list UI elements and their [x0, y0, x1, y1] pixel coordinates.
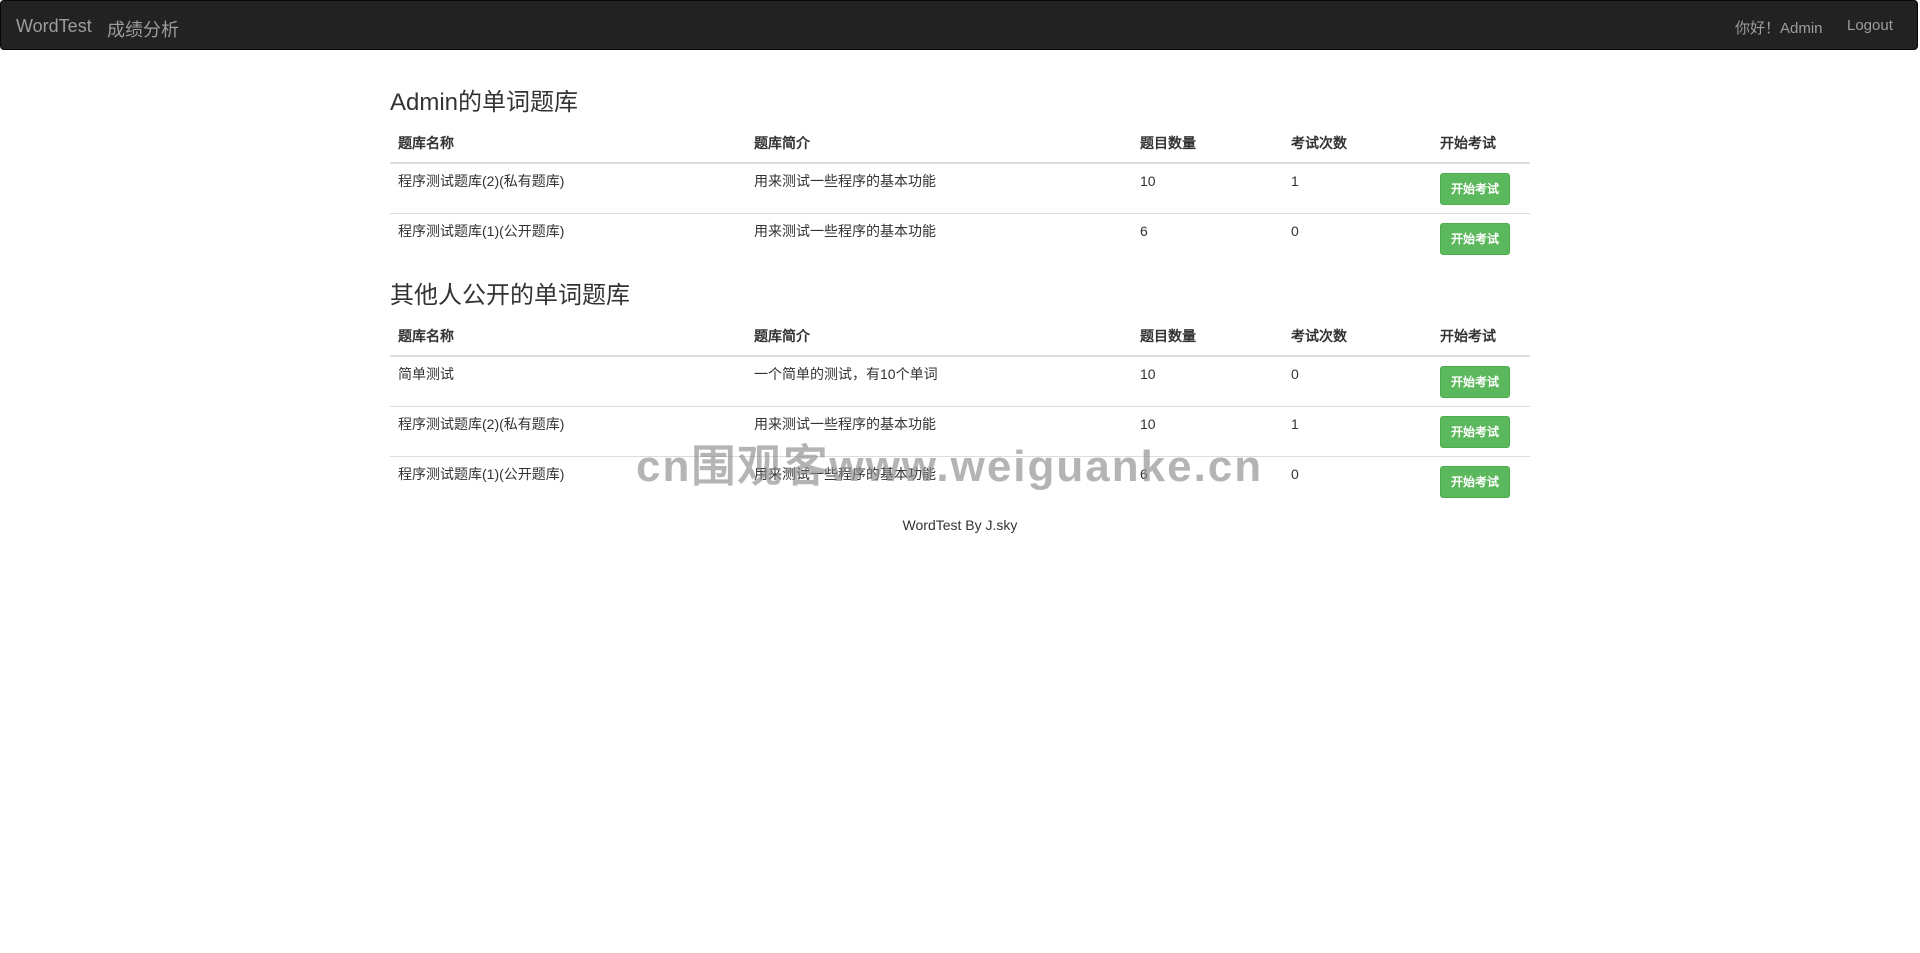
exam-times: 1 [1283, 405, 1432, 457]
header-bank-name: 题库名称 [390, 126, 746, 164]
table-row: 程序测试题库(1)(公开题库) 用来测试一些程序的基本功能 6 0 开始考试 [390, 455, 1530, 506]
action-cell: 开始考试 [1432, 455, 1530, 506]
question-count: 10 [1140, 172, 1156, 189]
action-cell: 开始考试 [1432, 356, 1530, 407]
header-start-exam: 开始考试 [1432, 319, 1530, 357]
table-row: 简单测试 一个简单的测试，有10个单词 10 0 开始考试 [390, 356, 1530, 407]
action-cell: 开始考试 [1432, 163, 1530, 214]
header-question-count: 题目数量 [1132, 319, 1283, 357]
bank-desc: 用来测试一些程序的基本功能 [754, 172, 936, 189]
table-row: 程序测试题库(1)(公开题库) 用来测试一些程序的基本功能 6 0 开始考试 [390, 212, 1530, 263]
bank-name: 程序测试题库(1)(公开题库) [390, 212, 746, 263]
header-bank-desc: 题库简介 [746, 319, 1132, 357]
header-exam-times: 考试次数 [1283, 126, 1432, 164]
bank-name: 程序测试题库(1)(公开题库) [390, 455, 746, 506]
own-bank-title: Admin的单词题库 [390, 89, 579, 116]
start-exam-button[interactable]: 开始考试 [1440, 465, 1511, 498]
bank-desc: 用来测试一些程序的基本功能 [746, 212, 1132, 263]
header-exam-times: 考试次数 [1283, 319, 1432, 357]
logout-link[interactable]: Logout [1847, 17, 1893, 34]
start-exam-button[interactable]: 开始考试 [1440, 222, 1511, 255]
question-count: 10 [1132, 405, 1283, 457]
bank-name: 程序测试题库(2)(私有题库) [398, 172, 565, 189]
table-row: 程序测试题库(2)(私有题库) 用来测试一些程序的基本功能 10 1 开始考试 [390, 163, 1530, 214]
exam-times: 0 [1283, 212, 1432, 263]
header-bank-desc: 题库简介 [746, 126, 1132, 164]
brand-link[interactable]: WordTest [16, 16, 92, 37]
exam-times: 0 [1283, 455, 1432, 506]
main-content: Admin的单词题库 题库名称 题库简介 题目数量 考试次数 开始考试 程序测试… [390, 82, 1530, 526]
exam-times: 1 [1291, 172, 1299, 189]
table-header-row: 题库名称 题库简介 题目数量 考试次数 开始考试 [390, 319, 1530, 357]
top-navbar: WordTest 成绩分析 你好！Admin Logout [0, 0, 1918, 50]
question-count: 6 [1132, 455, 1283, 506]
bank-desc: 用来测试一些程序的基本功能 [746, 405, 1132, 457]
score-analysis-link[interactable]: 成绩分析 [107, 16, 179, 42]
header-question-count: 题目数量 [1132, 126, 1283, 164]
table-header-row: 题库名称 题库简介 题目数量 考试次数 开始考试 [390, 126, 1530, 164]
header-bank-name: 题库名称 [390, 319, 746, 357]
table-row: 程序测试题库(2)(私有题库) 用来测试一些程序的基本功能 10 1 开始考试 [390, 405, 1530, 457]
public-bank-title: 其他人公开的单词题库 [390, 281, 630, 309]
page-footer: WordTest By J.sky [902, 517, 1018, 533]
action-cell: 开始考试 [1432, 212, 1530, 263]
header-start-exam: 开始考试 [1432, 126, 1530, 164]
own-bank-table: 题库名称 题库简介 题目数量 考试次数 开始考试 程序测试题库(2)(私有题库)… [390, 126, 1530, 263]
question-count: 6 [1132, 212, 1283, 263]
user-greeting-link[interactable]: 你好！Admin [1735, 17, 1823, 38]
bank-name: 程序测试题库(2)(私有题库) [390, 405, 746, 457]
bank-desc: 用来测试一些程序的基本功能 [746, 455, 1132, 506]
start-exam-button[interactable]: 开始考试 [1440, 172, 1511, 205]
action-cell: 开始考试 [1432, 405, 1530, 457]
start-exam-button[interactable]: 开始考试 [1440, 415, 1511, 448]
start-exam-button[interactable]: 开始考试 [1440, 365, 1511, 398]
bank-name: 简单测试 [398, 365, 454, 382]
exam-times: 0 [1291, 365, 1299, 382]
bank-desc: 一个简单的测试，有10个单词 [754, 365, 938, 382]
public-bank-table: 题库名称 题库简介 题目数量 考试次数 开始考试 简单测试 一个简单的测试，有1… [390, 319, 1530, 506]
question-count: 10 [1140, 365, 1156, 382]
